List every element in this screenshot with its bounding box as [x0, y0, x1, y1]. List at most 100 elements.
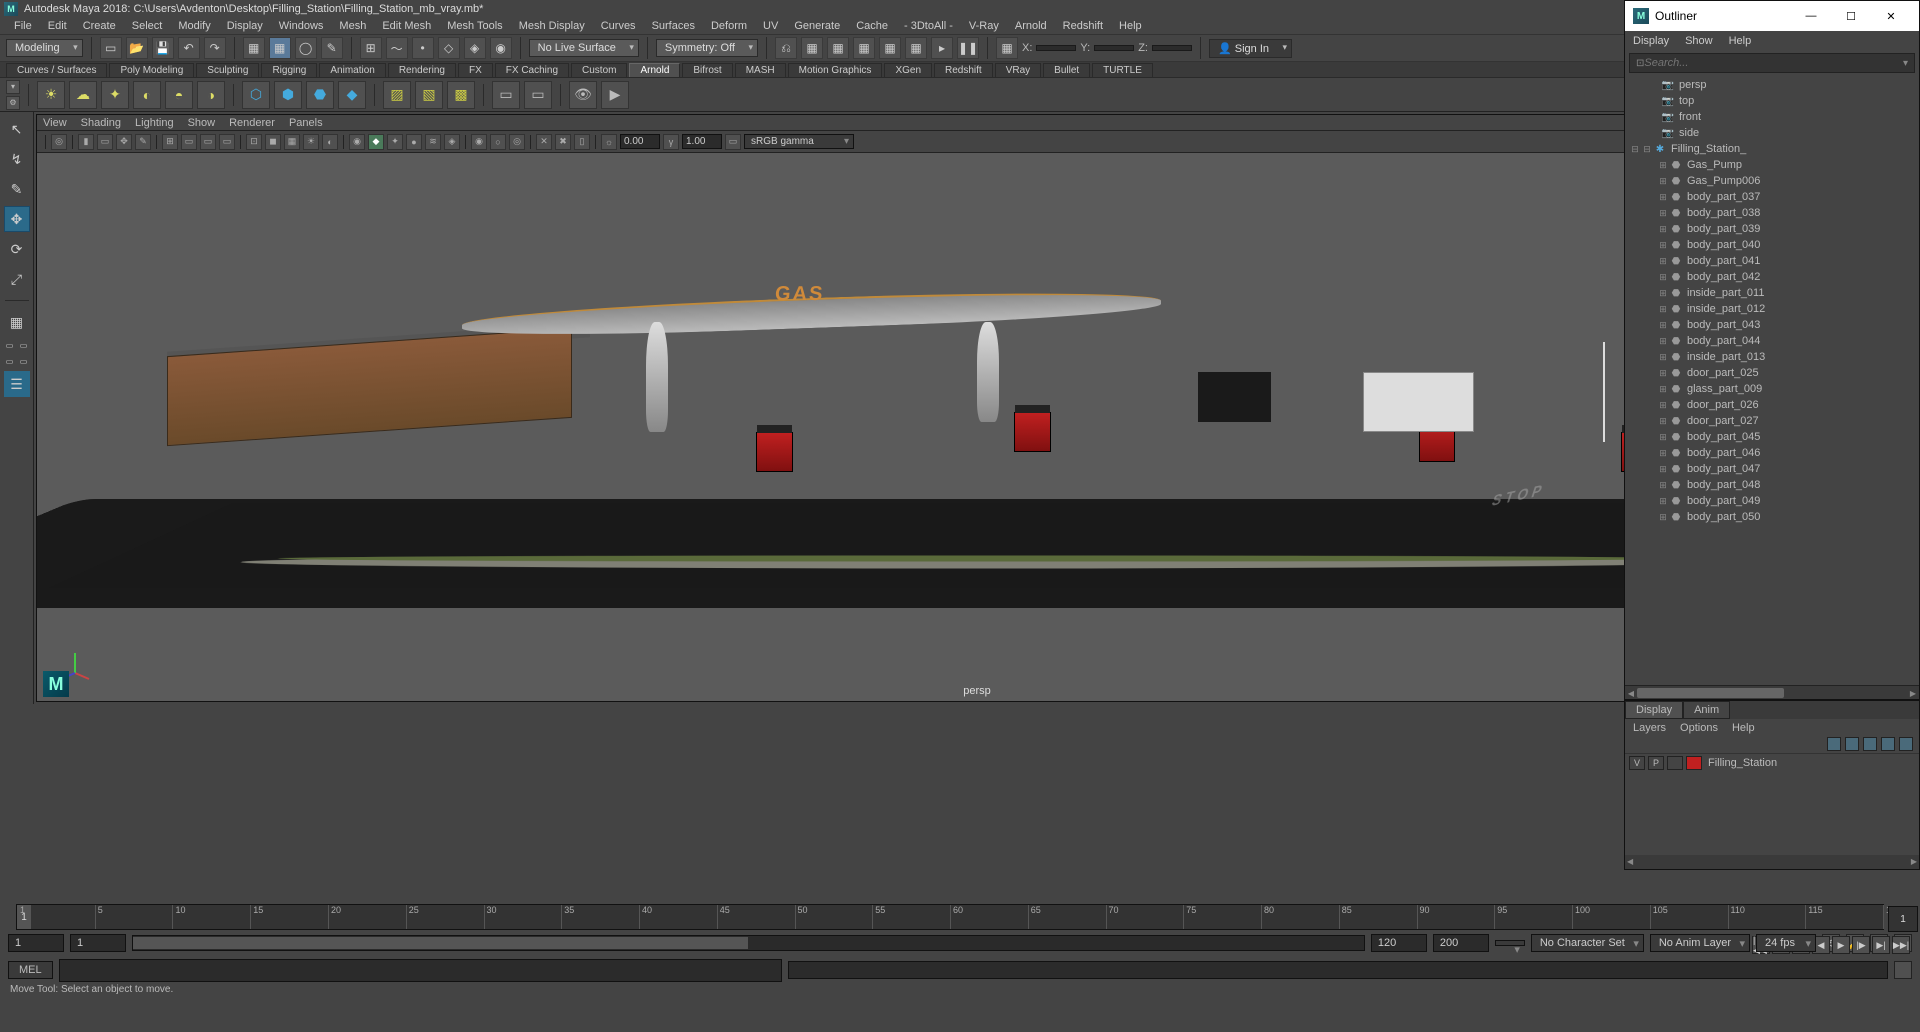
grid-button[interactable]: ⊞: [162, 134, 178, 150]
menu-curves[interactable]: Curves: [593, 19, 644, 33]
command-input[interactable]: [59, 959, 783, 982]
menu-arnold[interactable]: Arnold: [1007, 19, 1055, 33]
select-mode-button[interactable]: ▦: [243, 37, 265, 59]
viewport-menu-panels[interactable]: Panels: [289, 117, 323, 129]
viewport-menu-view[interactable]: View: [43, 117, 67, 129]
menu-deform[interactable]: Deform: [703, 19, 755, 33]
layout-3-button[interactable]: ▭: [4, 355, 16, 367]
scroll-left-icon[interactable]: ◀: [1625, 686, 1637, 700]
scroll-thumb[interactable]: [1637, 688, 1784, 698]
layers-menu[interactable]: Layers: [1633, 722, 1666, 734]
redo-button[interactable]: ↷: [204, 37, 226, 59]
menu-mesh[interactable]: Mesh: [331, 19, 374, 33]
layer-color-swatch[interactable]: [1686, 756, 1702, 770]
layer-icon-5[interactable]: [1899, 737, 1913, 751]
shelf-tab-fx-caching[interactable]: FX Caching: [495, 63, 569, 77]
script-lang-button[interactable]: MEL: [8, 961, 53, 979]
dof3-button[interactable]: ◎: [509, 134, 525, 150]
outliner-menu-display[interactable]: Display: [1633, 35, 1669, 47]
menu-cache[interactable]: Cache: [848, 19, 896, 33]
snap-point-button[interactable]: •: [412, 37, 434, 59]
isolate-button[interactable]: ◉: [349, 134, 365, 150]
hypershade-button[interactable]: ▦: [905, 37, 927, 59]
layout-2-button[interactable]: ▭: [18, 339, 30, 351]
arnold-light-area-button[interactable]: ☀: [37, 81, 65, 109]
scroll-right-icon[interactable]: ▶: [1907, 686, 1919, 700]
layer-icon-1[interactable]: [1827, 737, 1841, 751]
xray-active-button[interactable]: ✖: [555, 134, 571, 150]
snap-view-button[interactable]: ◈: [464, 37, 486, 59]
menu-v-ray[interactable]: V-Ray: [961, 19, 1007, 33]
xray-joints-button[interactable]: ✕: [536, 134, 552, 150]
viewport-menu-lighting[interactable]: Lighting: [135, 117, 174, 129]
outliner-item-body_part_037[interactable]: ⊞⬣body_part_037: [1625, 189, 1919, 205]
shelf-tab-animation[interactable]: Animation: [319, 63, 385, 77]
lights-button[interactable]: ☀: [303, 134, 319, 150]
outliner-tree[interactable]: 📷persp📷top📷front📷side⊟⊟✱Filling_Station_…: [1625, 75, 1919, 685]
scale-tool-button[interactable]: ⤢: [4, 266, 30, 292]
outliner-button[interactable]: ☰: [4, 371, 30, 397]
display-tab[interactable]: Display: [1625, 701, 1683, 719]
menu-mesh-tools[interactable]: Mesh Tools: [439, 19, 510, 33]
select-mode-box-button[interactable]: ▦: [269, 37, 291, 59]
live-surface-dropdown[interactable]: No Live Surface: [529, 39, 639, 57]
shelf-tab-redshift[interactable]: Redshift: [934, 63, 993, 77]
xyz-button[interactable]: ▦: [996, 37, 1018, 59]
history-button[interactable]: ⎌: [775, 37, 797, 59]
workspace-dropdown[interactable]: Modeling: [6, 39, 83, 57]
outliner-item-inside_part_013[interactable]: ⊞⬣inside_part_013: [1625, 349, 1919, 365]
layout-4-button[interactable]: ▭: [18, 355, 30, 367]
snap-live-button[interactable]: ◉: [490, 37, 512, 59]
shelf-tab-mash[interactable]: MASH: [735, 63, 786, 77]
anim-start-field[interactable]: 1: [8, 934, 64, 952]
search-filter-icon[interactable]: ⊡: [1636, 58, 1644, 69]
layout-1-button[interactable]: ▭: [4, 339, 16, 351]
shelf-tab-sculpting[interactable]: Sculpting: [196, 63, 259, 77]
arnold-tx-button[interactable]: ▨: [383, 81, 411, 109]
undo-button[interactable]: ↶: [178, 37, 200, 59]
bookmark-button[interactable]: ▮: [78, 134, 94, 150]
outliner-menu-show[interactable]: Show: [1685, 35, 1713, 47]
snap-curve-button[interactable]: 〜: [386, 37, 408, 59]
shelf-tab-rendering[interactable]: Rendering: [388, 63, 456, 77]
film-gate-button[interactable]: ▭: [181, 134, 197, 150]
shelf-tab-bullet[interactable]: Bullet: [1043, 63, 1090, 77]
ao-button[interactable]: ●: [406, 134, 422, 150]
arnold-volume-button[interactable]: ⬣: [306, 81, 334, 109]
play-start-field[interactable]: 1: [70, 934, 126, 952]
anim-layer-dropdown[interactable]: No Anim Layer: [1650, 934, 1750, 952]
arnold-render2-button[interactable]: ▭: [524, 81, 552, 109]
outliner-menu-help[interactable]: Help: [1729, 35, 1752, 47]
step-forward-key-button[interactable]: ▶|: [1872, 936, 1890, 954]
exposure-icon[interactable]: ☼: [601, 134, 617, 150]
outliner-item-Gas_Pump006[interactable]: ⊞⬣Gas_Pump006: [1625, 173, 1919, 189]
shelf-edit-button[interactable]: ⚙: [6, 96, 20, 110]
menu-edit-mesh[interactable]: Edit Mesh: [374, 19, 439, 33]
shelf-tab-rigging[interactable]: Rigging: [261, 63, 317, 77]
menu-modify[interactable]: Modify: [170, 19, 218, 33]
res-gate-button[interactable]: ▭: [200, 134, 216, 150]
menu-help[interactable]: Help: [1111, 19, 1150, 33]
outliner-item-body_part_038[interactable]: ⊞⬣body_part_038: [1625, 205, 1919, 221]
outliner-scrollbar[interactable]: ◀ ▶: [1625, 685, 1919, 699]
maximize-button[interactable]: ☐: [1831, 4, 1871, 28]
view-transform-button[interactable]: ▭: [725, 134, 741, 150]
outliner-item-root[interactable]: ⊟⊟✱Filling_Station_: [1625, 141, 1919, 157]
pause-button[interactable]: ❚❚: [957, 37, 979, 59]
outliner-search-input[interactable]: [1644, 57, 1903, 69]
shelf-tab-motion-graphics[interactable]: Motion Graphics: [788, 63, 883, 77]
range-slider[interactable]: [132, 935, 1365, 951]
outliner-item-inside_part_012[interactable]: ⊞⬣inside_part_012: [1625, 301, 1919, 317]
outliner-item-body_part_048[interactable]: ⊞⬣body_part_048: [1625, 477, 1919, 493]
select-tool-button[interactable]: ↖: [4, 116, 30, 142]
colorspace-dropdown[interactable]: sRGB gamma: [744, 134, 854, 149]
outliner-item-body_part_047[interactable]: ⊞⬣body_part_047: [1625, 461, 1919, 477]
outliner-item-persp[interactable]: 📷persp: [1625, 77, 1919, 93]
ipr-button[interactable]: ▦: [827, 37, 849, 59]
outliner-item-body_part_046[interactable]: ⊞⬣body_part_046: [1625, 445, 1919, 461]
account-dropdown[interactable]: 👤 Sign In: [1209, 39, 1292, 58]
outliner-item-body_part_050[interactable]: ⊞⬣body_part_050: [1625, 509, 1919, 525]
outliner-item-front[interactable]: 📷front: [1625, 109, 1919, 125]
playblast-button[interactable]: ▸: [931, 37, 953, 59]
arnold-light-dome-button[interactable]: ◓: [165, 81, 193, 109]
